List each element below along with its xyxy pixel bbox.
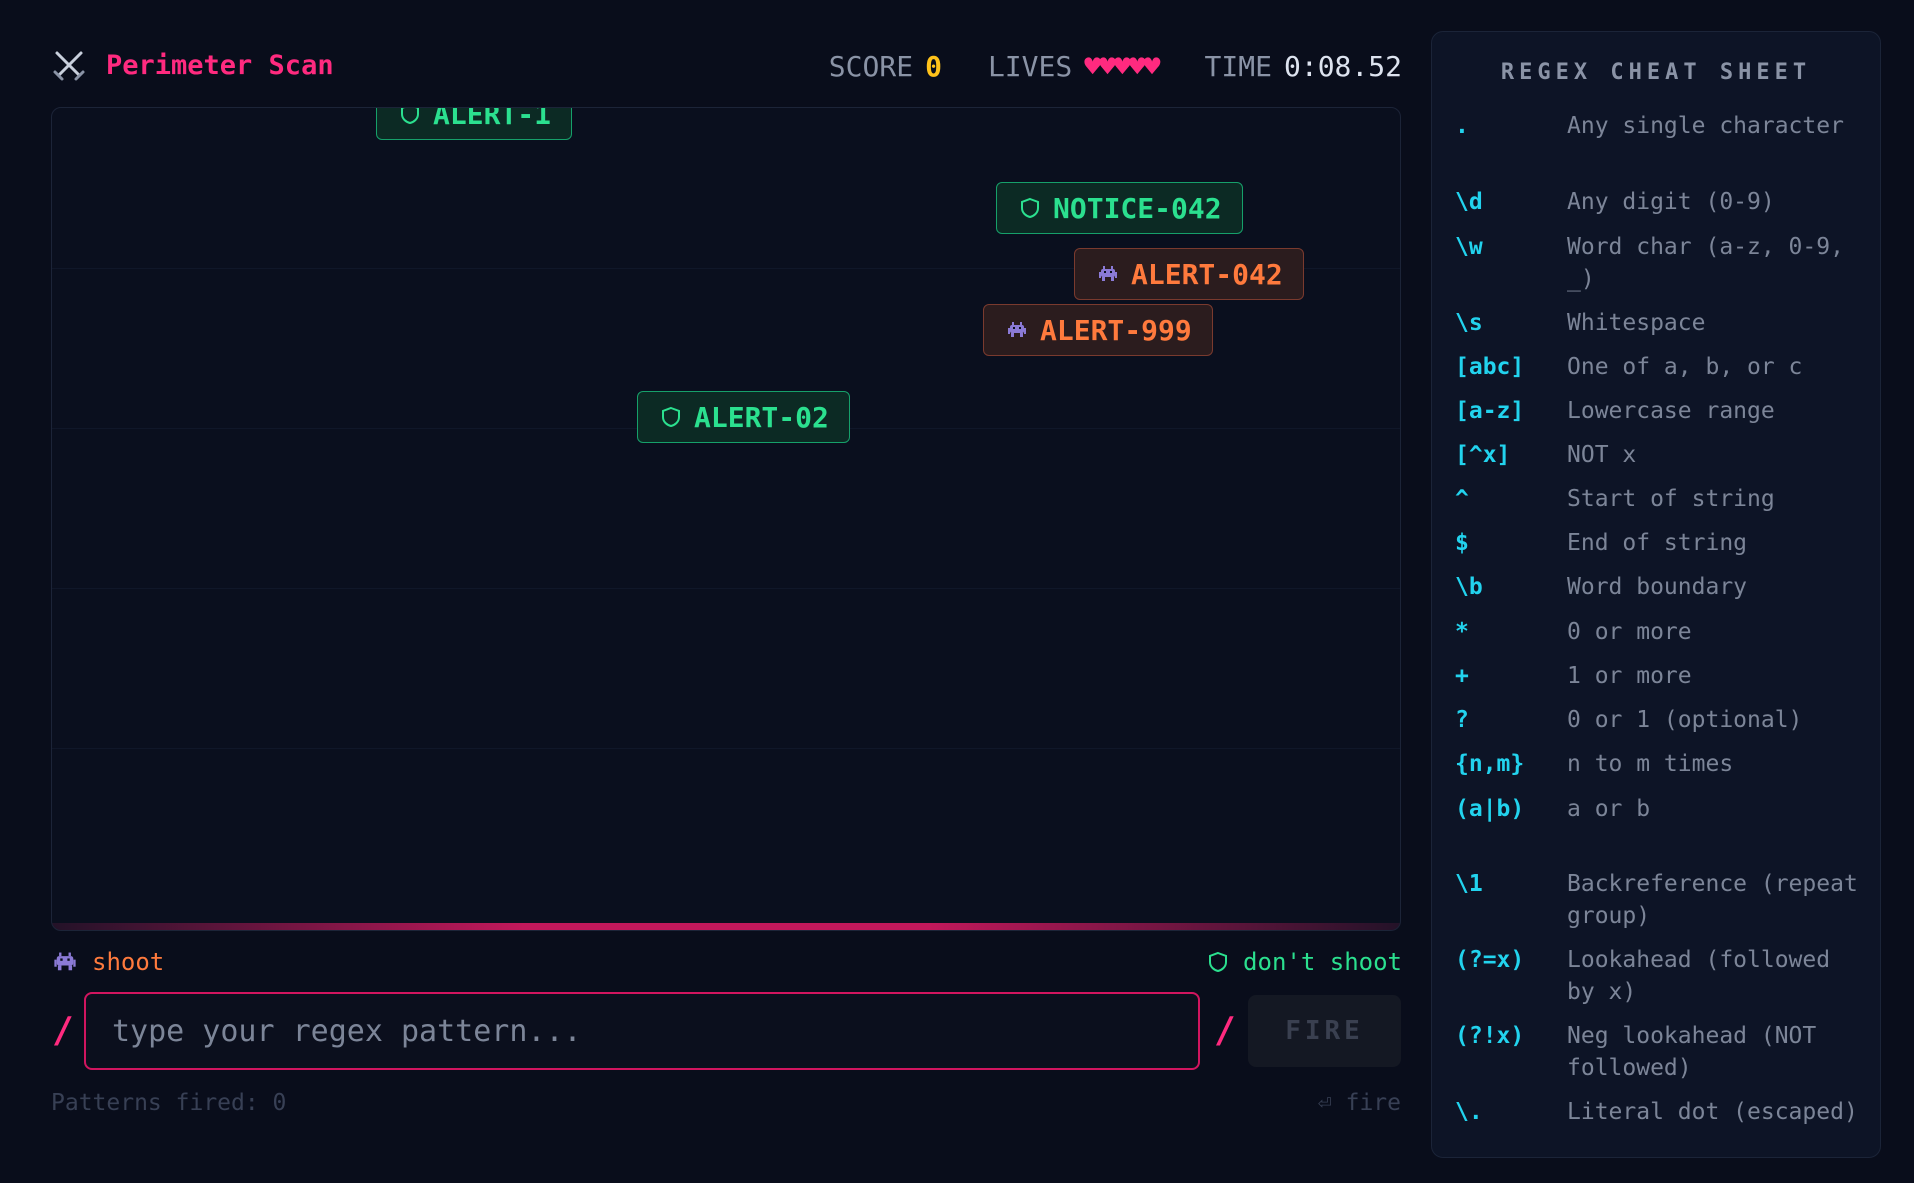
cheat-token: (?!x) (1455, 1023, 1525, 1049)
cheat-desc: n to m times (1567, 751, 1734, 777)
regex-open-slash: / (52, 1010, 74, 1051)
legend-shoot: shoot (52, 948, 164, 976)
cheat-token: [abc] (1455, 354, 1525, 380)
target-word: ALERT-1 (376, 107, 573, 140)
target-word: ALERT-042 (1074, 248, 1304, 300)
cheat-desc: Neg lookahead (NOT followed) (1567, 1023, 1817, 1081)
time-value: 0:08.52 (1283, 50, 1402, 83)
cheat-desc: a or b (1567, 796, 1651, 822)
grid-line (52, 588, 1400, 589)
cheat-token: ^ (1455, 486, 1469, 512)
invader-icon (1008, 322, 1026, 337)
cheat-desc: Whitespace (1567, 310, 1706, 336)
cheat-token: (?=x) (1455, 947, 1525, 973)
legend-shoot-label: shoot (92, 948, 165, 976)
cheat-token: [^x] (1455, 442, 1511, 468)
cheat-token: \1 (1455, 871, 1483, 897)
cheat-token: \b (1455, 574, 1483, 600)
shield-icon (662, 406, 680, 428)
grid-line (52, 748, 1400, 749)
shield-icon (1209, 951, 1228, 973)
cheat-desc: End of string (1567, 530, 1748, 556)
time-label: TIME (1204, 50, 1272, 83)
game-arena: ALERT-1 NOTICE-042 ALERT-042 ALERT-999 A… (51, 107, 1401, 931)
legend: shoot don't shoot (52, 948, 1402, 982)
regex-cheat-sheet: REGEX CHEAT SHEET . Any single character … (1431, 31, 1881, 1158)
target-label: ALERT-1 (433, 107, 552, 131)
cheat-desc: One of a, b, or c (1567, 354, 1803, 380)
cheat-token: + (1455, 663, 1469, 689)
cheat-desc: NOT x (1567, 442, 1637, 468)
invader-icon (1099, 266, 1117, 281)
target-label: ALERT-999 (1040, 313, 1192, 347)
shield-icon (1021, 197, 1039, 219)
score-label: SCORE (828, 50, 914, 83)
cheat-token: \. (1455, 1099, 1483, 1125)
fire-button[interactable]: FIRE (1248, 995, 1401, 1067)
game-title: Perimeter Scan (106, 50, 334, 81)
lives-hearts: ♥♥♥♥♥ (1084, 50, 1160, 83)
lives-label: LIVES (987, 50, 1073, 83)
cheat-token: \s (1455, 310, 1483, 336)
target-label: NOTICE-042 (1053, 191, 1222, 225)
danger-line (52, 923, 1400, 930)
cheat-token: [a-z] (1455, 398, 1525, 424)
target-word: NOTICE-042 (996, 182, 1243, 234)
shield-icon (401, 108, 419, 125)
target-word: ALERT-999 (983, 304, 1213, 356)
target-label: ALERT-02 (694, 400, 829, 434)
enter-fire-hint: ⏎ fire (1317, 1090, 1401, 1116)
cheat-desc: Lowercase range (1567, 398, 1775, 424)
cheat-token: \d (1455, 189, 1483, 215)
cheat-sheet-title: REGEX CHEAT SHEET (1500, 60, 1812, 85)
cheat-desc: Word boundary (1567, 574, 1748, 600)
score-stat: SCORE 0 (829, 50, 942, 83)
regex-close-slash: / (1214, 1010, 1236, 1051)
regex-input[interactable] (84, 992, 1200, 1070)
cheat-desc: Lookahead (followed by x) (1567, 947, 1831, 1005)
cheat-token: ? (1455, 707, 1469, 733)
cheat-token: * (1455, 619, 1469, 645)
cheat-token: . (1455, 113, 1469, 139)
legend-dont-shoot: don't shoot (1207, 948, 1402, 976)
cheat-desc: 0 or more (1567, 619, 1692, 645)
target-word: ALERT-02 (637, 391, 850, 443)
cheat-desc: Any digit (0-9) (1567, 189, 1775, 215)
invader-icon (54, 952, 76, 971)
legend-dont-shoot-label: don't shoot (1243, 948, 1402, 976)
time-stat: TIME 0:08.52 (1205, 50, 1402, 83)
target-label: ALERT-042 (1131, 257, 1283, 291)
lives-stat: LIVES ♥♥♥♥♥ (987, 50, 1161, 83)
cheat-desc: 1 or more (1567, 663, 1692, 689)
cheat-token: (a|b) (1455, 796, 1525, 822)
cheat-desc: Word char (a-z, 0-9, _) (1567, 234, 1844, 292)
game-header: Perimeter Scan SCORE 0 LIVES ♥♥♥♥♥ TIME 0:0… (52, 44, 1402, 88)
stats-bar: SCORE 0 LIVES ♥♥♥♥♥ TIME 0:08.52 (783, 50, 1402, 83)
cheat-token: \w (1455, 234, 1483, 260)
cheat-desc: 0 or 1 (optional) (1567, 707, 1803, 733)
crossed-swords-icon (53, 51, 85, 81)
cheat-desc: Literal dot (escaped) (1567, 1099, 1858, 1125)
score-value: 0 (925, 50, 942, 83)
patterns-fired-counter: Patterns fired: 0 (51, 1090, 287, 1116)
cheat-desc: Backreference (repeat group) (1567, 871, 1858, 929)
cheat-token: $ (1455, 530, 1469, 556)
cheat-desc: Start of string (1567, 486, 1775, 512)
cheat-token: {n,m} (1455, 751, 1525, 777)
cheat-desc: Any single character (1567, 113, 1844, 139)
